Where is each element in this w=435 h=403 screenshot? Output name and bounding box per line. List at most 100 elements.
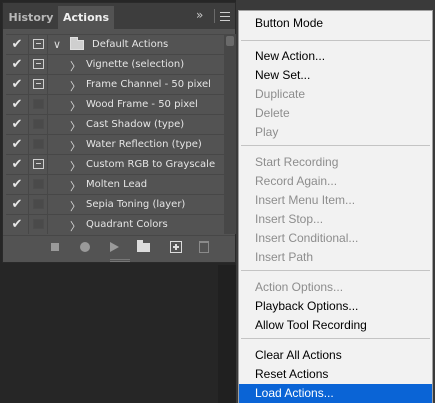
dialog-icon — [33, 99, 44, 109]
chevron-right-icon[interactable]: 〉 — [70, 158, 81, 174]
dialog-icon — [33, 159, 44, 169]
dialog-icon — [33, 139, 44, 149]
menu-item-record-again[interactable]: Record Again... — [239, 172, 432, 191]
trash-icon[interactable] — [199, 241, 209, 253]
action-label: Frame Channel - 50 pixel — [86, 79, 211, 90]
menu-item-new-action[interactable]: New Action... — [239, 47, 432, 66]
chevron-right-icon[interactable]: 〉 — [70, 198, 81, 214]
action-row[interactable]: ✔ 〉 Frame Channel - 50 pixel — [6, 74, 225, 94]
new-action-icon[interactable] — [170, 241, 182, 253]
panel-menu-icon[interactable] — [219, 8, 231, 24]
menu-item-load-actions[interactable]: Load Actions... — [239, 384, 432, 403]
chevron-right-icon[interactable]: 〉 — [70, 138, 81, 154]
dialog-toggle[interactable] — [28, 35, 48, 54]
stop-icon[interactable] — [51, 243, 59, 251]
action-row[interactable]: ✔ 〉 Quadrant Colors — [6, 214, 225, 234]
action-row[interactable]: ✔ 〉 Water Reflection (type) — [6, 134, 225, 154]
collapse-chevrons-icon[interactable]: » — [196, 8, 203, 24]
actions-scrollbar[interactable] — [224, 34, 236, 234]
dialog-toggle[interactable] — [28, 135, 48, 154]
action-label: Vignette (selection) — [86, 59, 185, 70]
dialog-icon — [33, 39, 44, 49]
action-row[interactable]: ✔ 〉 Vignette (selection) — [6, 54, 225, 74]
checkmark-icon[interactable]: ✔ — [6, 35, 28, 54]
dialog-toggle[interactable] — [28, 195, 48, 214]
action-label: Wood Frame - 50 pixel — [86, 99, 198, 110]
dialog-toggle[interactable] — [28, 75, 48, 94]
menu-item-playback-options[interactable]: Playback Options... — [239, 297, 432, 316]
dialog-toggle[interactable] — [28, 55, 48, 74]
chevron-down-icon[interactable]: ∨ — [53, 38, 61, 51]
actions-list: ✔ ∨ Default Actions ✔ 〉 Vignette (selection) ✔… — [6, 34, 225, 234]
dialog-icon — [33, 119, 44, 129]
dialog-icon — [33, 79, 44, 89]
checkmark-icon[interactable]: ✔ — [6, 175, 28, 194]
new-set-icon[interactable] — [137, 240, 150, 252]
chevron-right-icon[interactable]: 〉 — [70, 58, 81, 74]
tab-bar-divider — [214, 9, 215, 23]
action-label: Quadrant Colors — [86, 219, 168, 230]
checkmark-icon[interactable]: ✔ — [6, 155, 28, 174]
menu-item-insert-path[interactable]: Insert Path — [239, 248, 432, 267]
action-label: Cast Shadow (type) — [86, 119, 185, 130]
chevron-right-icon[interactable]: 〉 — [70, 118, 81, 134]
resize-gripper-icon[interactable] — [110, 259, 130, 262]
menu-item-duplicate[interactable]: Duplicate — [239, 85, 432, 104]
menu-item-insert-conditional[interactable]: Insert Conditional... — [239, 229, 432, 248]
chevron-right-icon[interactable]: 〉 — [70, 78, 81, 94]
chevron-right-icon[interactable]: 〉 — [70, 178, 81, 194]
dialog-toggle[interactable] — [28, 95, 48, 114]
action-row[interactable]: ✔ 〉 Cast Shadow (type) — [6, 114, 225, 134]
menu-item-button-mode[interactable]: Button Mode — [239, 14, 432, 33]
scrollbar-thumb[interactable] — [226, 36, 234, 46]
action-label: Water Reflection (type) — [86, 139, 202, 150]
checkmark-icon[interactable]: ✔ — [6, 95, 28, 114]
folder-icon — [70, 37, 84, 50]
menu-separator — [241, 270, 430, 271]
checkmark-icon[interactable]: ✔ — [6, 55, 28, 74]
action-label: Sepia Toning (layer) — [86, 199, 186, 210]
dialog-icon — [33, 219, 44, 229]
menu-item-delete[interactable]: Delete — [239, 104, 432, 123]
action-row[interactable]: ✔ 〉 Molten Lead — [6, 174, 225, 194]
menu-item-new-set[interactable]: New Set... — [239, 66, 432, 85]
menu-item-start-recording[interactable]: Start Recording — [239, 153, 432, 172]
actions-flyout-menu: Button Mode New Action... New Set... Duplic… — [238, 10, 433, 403]
record-icon[interactable] — [80, 242, 90, 252]
action-row[interactable]: ✔ 〉 Custom RGB to Grayscale — [6, 154, 225, 174]
checkmark-icon[interactable]: ✔ — [6, 115, 28, 134]
menu-separator — [241, 145, 430, 146]
action-label: Custom RGB to Grayscale — [86, 159, 216, 170]
action-row[interactable]: ✔ 〉 Sepia Toning (layer) — [6, 194, 225, 214]
menu-item-insert-stop[interactable]: Insert Stop... — [239, 210, 432, 229]
panel-tab-bar: History Actions » — [3, 3, 235, 29]
chevron-right-icon[interactable]: 〉 — [70, 218, 81, 234]
menu-item-allow-tool-recording[interactable]: Allow Tool Recording — [239, 316, 432, 335]
actions-panel: History Actions » ✔ ∨ Default Actions ✔ 〉 Vig… — [2, 2, 236, 263]
panel-footer — [3, 235, 235, 257]
menu-item-action-options[interactable]: Action Options... — [239, 278, 432, 297]
menu-item-play[interactable]: Play — [239, 123, 432, 142]
tab-history[interactable]: History — [6, 6, 56, 29]
dialog-toggle[interactable] — [28, 115, 48, 134]
dialog-toggle[interactable] — [28, 155, 48, 174]
checkmark-icon[interactable]: ✔ — [6, 135, 28, 154]
chevron-right-icon[interactable]: 〉 — [70, 98, 81, 114]
dialog-icon — [33, 199, 44, 209]
action-set-row[interactable]: ✔ ∨ Default Actions — [6, 34, 225, 54]
checkmark-icon[interactable]: ✔ — [6, 215, 28, 234]
menu-separator — [241, 338, 430, 339]
checkmark-icon[interactable]: ✔ — [6, 195, 28, 214]
action-row[interactable]: ✔ 〉 Wood Frame - 50 pixel — [6, 94, 225, 114]
canvas-scroll-strip — [218, 265, 236, 403]
action-label: Default Actions — [92, 39, 169, 50]
menu-item-insert-menu-item[interactable]: Insert Menu Item... — [239, 191, 432, 210]
menu-item-clear-all-actions[interactable]: Clear All Actions — [239, 346, 432, 365]
dialog-toggle[interactable] — [28, 175, 48, 194]
play-icon[interactable] — [110, 242, 119, 252]
menu-item-reset-actions[interactable]: Reset Actions — [239, 365, 432, 384]
dialog-toggle[interactable] — [28, 215, 48, 234]
checkmark-icon[interactable]: ✔ — [6, 75, 28, 94]
dialog-icon — [33, 59, 44, 69]
tab-actions[interactable]: Actions — [58, 6, 114, 29]
